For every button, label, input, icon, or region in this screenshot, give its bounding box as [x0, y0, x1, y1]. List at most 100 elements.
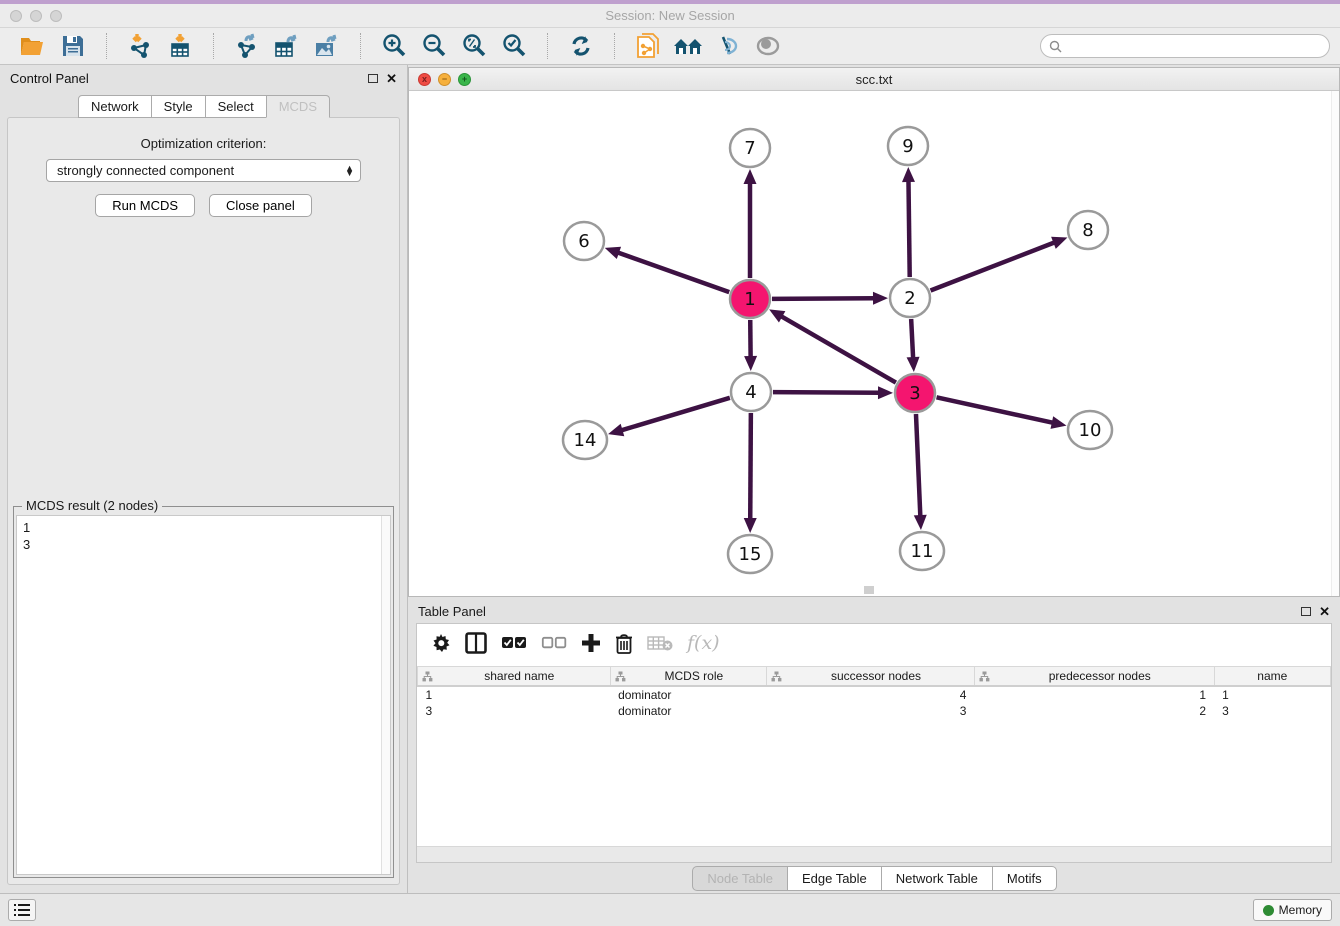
control-panel-title: Control Panel	[10, 71, 89, 86]
tab-select[interactable]: Select	[205, 95, 267, 118]
float-panel-icon[interactable]	[368, 74, 378, 83]
zoom-fit-icon[interactable]	[459, 32, 489, 60]
cell-shared-name[interactable]: 1	[418, 686, 611, 703]
export-image-icon[interactable]	[312, 32, 342, 60]
cell-mcds-role[interactable]: dominator	[610, 686, 767, 703]
save-session-icon[interactable]	[58, 32, 88, 60]
close-panel-button[interactable]: Close panel	[209, 194, 312, 217]
edge-4-3[interactable]	[773, 392, 880, 393]
network-graph[interactable]: 7968124314101511	[409, 91, 1331, 595]
graph-node-label: 11	[911, 541, 934, 562]
hide-annotations-icon[interactable]	[713, 32, 743, 60]
zoom-out-icon[interactable]	[419, 32, 449, 60]
import-table-icon[interactable]	[165, 32, 195, 60]
mcds-result-values: 1 3	[17, 516, 381, 874]
close-table-panel-icon[interactable]: ✕	[1319, 605, 1330, 618]
table-settings-gear-icon[interactable]	[431, 630, 451, 656]
zoom-in-icon[interactable]	[379, 32, 409, 60]
tab-node-table[interactable]: Node Table	[692, 866, 788, 891]
edge-arrowhead	[605, 247, 621, 259]
column-header-shared-name[interactable]: shared name	[418, 667, 611, 687]
tab-network-table[interactable]: Network Table	[881, 866, 993, 891]
graph-node-label: 7	[744, 138, 755, 159]
column-header-successor-nodes[interactable]: successor nodes	[767, 667, 975, 687]
titlebar: Session: New Session	[0, 4, 1340, 28]
zoom-selected-icon[interactable]	[499, 32, 529, 60]
edge-2-3[interactable]	[911, 319, 913, 359]
canvas-resize-handle[interactable]	[864, 586, 874, 594]
edge-arrowhead	[744, 356, 757, 371]
cell-name[interactable]: 1	[1214, 686, 1330, 703]
table-row[interactable]: 1 dominator 4 1 1	[418, 686, 1331, 703]
edge-1-2[interactable]	[772, 298, 875, 299]
cell-name[interactable]: 3	[1214, 703, 1330, 719]
edge-3-10[interactable]	[937, 397, 1054, 423]
task-history-button[interactable]	[8, 899, 36, 921]
column-header-mcds-role[interactable]: MCDS role	[610, 667, 767, 687]
delete-column-trash-icon[interactable]	[615, 630, 633, 656]
cell-predecessor-nodes[interactable]: 1	[974, 686, 1214, 703]
tab-edge-table[interactable]: Edge Table	[787, 866, 882, 891]
tab-style[interactable]: Style	[151, 95, 206, 118]
cell-successor-nodes[interactable]: 4	[767, 686, 975, 703]
column-type-icon	[422, 671, 433, 682]
toolbar-separator	[614, 33, 615, 59]
graph-node-label: 10	[1079, 420, 1102, 441]
mcds-result-scrollbar[interactable]	[381, 516, 390, 874]
deselect-all-columns-icon[interactable]	[541, 630, 567, 656]
edge-3-11[interactable]	[916, 414, 920, 517]
memory-label: Memory	[1279, 903, 1322, 917]
main-toolbar	[0, 28, 1340, 65]
show-column-panel-icon[interactable]	[465, 630, 487, 656]
open-session-icon[interactable]	[18, 32, 48, 60]
column-header-predecessor-nodes[interactable]: predecessor nodes	[974, 667, 1214, 687]
edge-4-15[interactable]	[750, 413, 751, 520]
select-all-columns-icon[interactable]	[501, 630, 527, 656]
edge-4-14[interactable]	[621, 398, 730, 431]
graph-node-label: 3	[909, 383, 920, 404]
import-network-icon[interactable]	[125, 32, 155, 60]
edge-arrowhead	[744, 518, 757, 533]
toolbar-separator	[213, 33, 214, 59]
column-header-name[interactable]: name	[1214, 667, 1330, 687]
close-panel-icon[interactable]: ✕	[386, 72, 397, 85]
graph-node-label: 14	[574, 430, 597, 451]
search-input[interactable]	[1067, 39, 1321, 53]
select-stepper-icon: ▲▼	[345, 166, 354, 176]
tab-motifs[interactable]: Motifs	[992, 866, 1057, 891]
cell-mcds-role[interactable]: dominator	[610, 703, 767, 719]
optimization-criterion-label: Optimization criterion:	[8, 136, 399, 151]
run-mcds-button[interactable]: Run MCDS	[95, 194, 195, 217]
refresh-icon[interactable]	[566, 32, 596, 60]
edge-2-8[interactable]	[931, 242, 1056, 290]
add-column-icon[interactable]	[581, 630, 601, 656]
edge-3-1[interactable]	[780, 316, 895, 383]
tab-mcds[interactable]: MCDS	[266, 95, 330, 118]
tab-network[interactable]: Network	[78, 95, 152, 118]
memory-button[interactable]: Memory	[1253, 899, 1332, 921]
show-graphics-eye-icon[interactable]	[753, 32, 783, 60]
workspace: x − + scc.txt 7968124314101511 Table Pan…	[408, 65, 1340, 893]
home-networks-icon[interactable]	[673, 32, 703, 60]
export-network-icon[interactable]	[232, 32, 262, 60]
cell-predecessor-nodes[interactable]: 2	[974, 703, 1214, 719]
export-table-icon[interactable]	[272, 32, 302, 60]
edge-arrowhead	[1051, 237, 1067, 249]
network-canvas[interactable]: 7968124314101511	[409, 91, 1339, 596]
mcds-result-textarea[interactable]: 1 3	[16, 515, 391, 875]
cell-shared-name[interactable]: 3	[418, 703, 611, 719]
memory-status-icon	[1263, 905, 1274, 916]
table-panel: Table Panel ✕	[408, 599, 1340, 893]
table-row[interactable]: 3 dominator 3 2 3	[418, 703, 1331, 719]
edge-1-6[interactable]	[617, 252, 729, 292]
table-horizontal-scrollbar[interactable]	[417, 846, 1331, 862]
network-vertical-scrollbar[interactable]	[1331, 91, 1339, 596]
mcds-result-title: MCDS result (2 nodes)	[22, 498, 162, 513]
cell-successor-nodes[interactable]: 3	[767, 703, 975, 719]
optimization-criterion-select[interactable]: strongly connected component ▲▼	[46, 159, 361, 182]
edge-2-9[interactable]	[908, 180, 909, 277]
network-file-icon[interactable]	[633, 32, 663, 60]
search-field[interactable]	[1040, 34, 1330, 58]
float-table-panel-icon[interactable]	[1301, 607, 1311, 616]
node-table: shared name MCDS role successor nodes pr…	[417, 666, 1331, 719]
